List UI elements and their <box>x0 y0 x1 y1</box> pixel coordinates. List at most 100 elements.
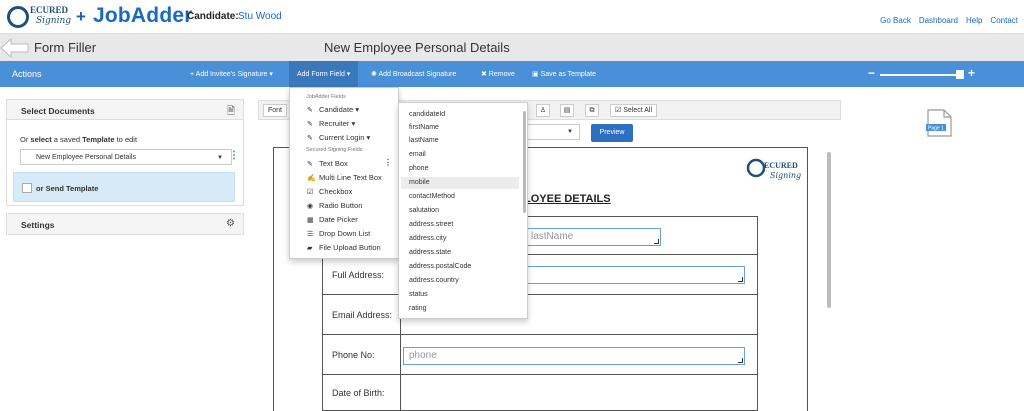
logo-text: ECURED <box>30 5 69 15</box>
print-icon[interactable]: ▤ <box>560 104 574 117</box>
logo-subtext: Signing <box>36 16 72 26</box>
list-item[interactable]: address.postalCode <box>409 263 471 270</box>
pencil-icon: ✎ <box>307 121 313 128</box>
list-item[interactable]: candidateId <box>409 111 445 118</box>
checkbox-menu-label: Checkbox <box>319 187 353 196</box>
person-icon[interactable]: ♙ <box>536 104 550 117</box>
full-address-field[interactable] <box>525 266 745 284</box>
list-item[interactable]: contactMethod <box>409 193 455 200</box>
list-item[interactable]: status <box>409 291 428 298</box>
list-item[interactable]: address.state <box>409 249 451 256</box>
settings-header[interactable]: Settings ⚙ <box>7 214 243 234</box>
list-item[interactable]: address.country <box>409 277 459 284</box>
page-select[interactable]: ▼ <box>520 124 580 140</box>
phone-field[interactable]: phone <box>403 347 745 365</box>
document-scrollbar[interactable] <box>827 152 831 308</box>
list-icon: ☰ <box>307 231 314 238</box>
gears-icon[interactable]: ⚙ <box>226 218 235 229</box>
text-box-menu-label: Text Box <box>319 159 348 168</box>
list-item[interactable]: phone <box>409 165 428 172</box>
pencil-icon: ✎ <box>307 135 313 142</box>
font-select[interactable]: Font <box>263 104 288 117</box>
select-template-instruction: Or select a saved Template to edit <box>20 135 137 144</box>
back-arrow-icon[interactable] <box>0 38 30 58</box>
pencil-icon: ✎ <box>307 161 313 168</box>
zoom-slider[interactable] <box>880 74 964 76</box>
menu-item-radio-button[interactable]: ◉ Radio Button <box>307 201 362 210</box>
list-item[interactable]: salutation <box>409 207 439 214</box>
menu-item-multi-line-text-box[interactable]: ✍ Multi Line Text Box <box>307 173 382 182</box>
menu-item-drop-down-list[interactable]: ☰ Drop Down List <box>307 229 370 238</box>
zoom-out-button[interactable]: − <box>868 66 875 80</box>
page-thumbnail-icon[interactable]: Page 1 <box>924 108 954 138</box>
last-name-field[interactable]: lastName <box>525 228 661 246</box>
add-broadcast-label: Add Broadcast Signature <box>378 71 457 78</box>
dashboard-link[interactable]: Dashboard <box>919 16 958 25</box>
list-item[interactable]: address.city <box>409 235 446 242</box>
menu-item-current-login[interactable]: ✎ Current Login ▾ <box>307 133 370 142</box>
template-select[interactable]: New Employee Personal Details ▼ <box>20 149 232 165</box>
menu-item-file-upload-button[interactable]: ▰ File Upload Button <box>307 243 381 252</box>
zoom-in-button[interactable]: + <box>968 66 975 80</box>
file-upload-menu-label: File Upload Button <box>319 243 381 252</box>
zoom-slider-handle[interactable] <box>956 70 964 79</box>
folder-icon: ▰ <box>307 245 313 252</box>
radio-icon: ◉ <box>307 203 314 210</box>
action-bar: Actions + Add Invitee's Signature ▾ Add … <box>0 61 1024 87</box>
copy-icon[interactable]: ⧉ <box>585 104 599 117</box>
top-links: Go Back Dashboard Help Contact <box>880 16 1018 25</box>
secured-signing-logo-icon <box>7 6 29 28</box>
table-row: Date of Birth: <box>322 375 758 411</box>
preview-button[interactable]: Preview <box>591 124 633 142</box>
remove-button[interactable]: ✖ Remove <box>481 70 515 78</box>
template-options-kebab-icon[interactable]: ⋮ <box>229 150 239 161</box>
list-item[interactable]: address.street <box>409 221 453 228</box>
template-text: Template <box>82 135 115 144</box>
save-as-template-button[interactable]: ▣ Save as Template <box>532 70 596 78</box>
full-address-label: Full Address: <box>323 255 401 294</box>
submenu-scrollbar[interactable] <box>523 111 526 213</box>
checkbox-checked-icon: ☑ <box>615 107 624 114</box>
add-invitee-signature-button[interactable]: + Add Invitee's Signature ▾ <box>190 70 273 78</box>
current-login-menu-label: Current Login ▾ <box>319 133 371 142</box>
date-picker-menu-label: Date Picker <box>319 215 358 224</box>
menu-kebab-icon[interactable]: ⋮ <box>384 158 392 167</box>
document-heading: LOYEE DETAILS <box>524 193 611 205</box>
select-text: select <box>30 135 52 144</box>
menu-item-recruiter[interactable]: ✎ Recruiter ▾ <box>307 119 355 128</box>
settings-panel[interactable]: Settings ⚙ <box>6 213 244 235</box>
list-item[interactable]: firstName <box>409 124 439 131</box>
calendar-icon: ▦ <box>307 217 314 224</box>
add-broadcast-signature-button[interactable]: ✺ Add Broadcast Signature <box>371 70 456 78</box>
list-item[interactable]: lastName <box>409 137 439 144</box>
or-text: Or <box>20 135 31 144</box>
select-all-label: Select All <box>623 107 653 114</box>
brand-plus: + <box>76 7 86 26</box>
list-item[interactable]: email <box>409 151 426 158</box>
caret-down-icon: ▼ <box>217 155 223 161</box>
actions-label: Actions <box>12 69 42 79</box>
page-header: Form Filler New Employee Personal Detail… <box>0 33 1024 61</box>
menu-item-date-picker[interactable]: ▦ Date Picker <box>307 215 358 224</box>
menu-item-checkbox[interactable]: ☑ Checkbox <box>307 187 352 196</box>
send-template-checkbox[interactable] <box>22 183 32 193</box>
select-documents-header[interactable]: Select Documents 🗎 <box>7 100 243 120</box>
help-link[interactable]: Help <box>966 16 982 25</box>
select-documents-title: Select Documents <box>21 106 95 116</box>
seal-subtext: Signing <box>770 171 801 180</box>
add-form-field-menu: JobAdder Fields ✎ Candidate ▾ ✎ Recruiter … <box>289 87 399 259</box>
page-title: New Employee Personal Details <box>324 40 510 55</box>
add-form-field-button[interactable]: Add Form Field ▾ <box>289 61 359 87</box>
menu-item-candidate[interactable]: ✎ Candidate ▾ <box>307 105 359 114</box>
secured-signing-fields-header: Secured Signing Fields <box>306 147 363 153</box>
caret-down-icon: ▼ <box>567 129 573 135</box>
document-icon[interactable]: 🗎 <box>227 104 235 121</box>
select-all-button[interactable]: ☑ Select All <box>610 104 658 117</box>
send-template-label: or Send Template <box>36 184 99 193</box>
candidate-label: Candidate: <box>187 11 239 22</box>
menu-item-text-box[interactable]: ✎ Text Box <box>307 159 348 168</box>
list-item[interactable]: mobile <box>409 179 430 186</box>
go-back-link[interactable]: Go Back <box>880 16 911 25</box>
list-item[interactable]: rating <box>409 305 427 312</box>
contact-link[interactable]: Contact <box>990 16 1018 25</box>
